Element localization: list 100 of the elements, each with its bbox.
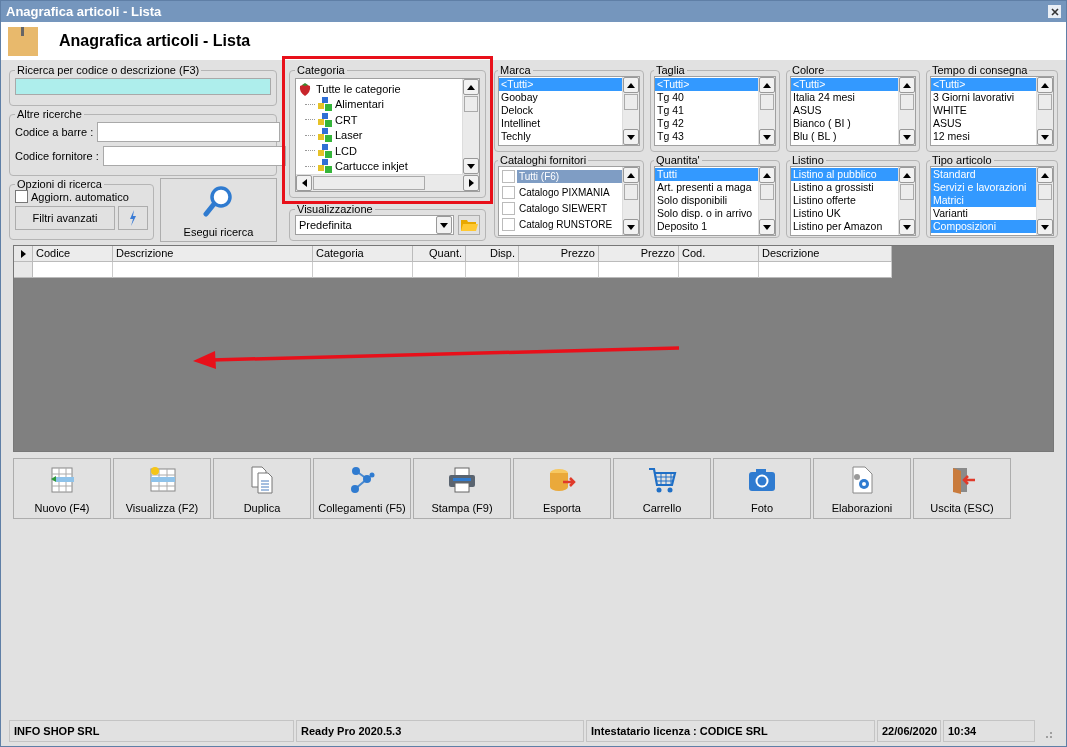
tree-item[interactable]: Cartucce inkjet <box>335 160 408 173</box>
cubes-icon <box>317 97 333 112</box>
list-item[interactable]: ASUS <box>931 117 1036 130</box>
toolbar-button[interactable]: Collegamenti (F5) <box>313 458 411 519</box>
horizontal-scrollbar[interactable] <box>296 174 479 191</box>
search-button[interactable]: Esegui ricerca <box>159 178 277 242</box>
list-item[interactable]: Tg 42 <box>655 117 758 130</box>
vertical-scrollbar[interactable] <box>898 77 915 145</box>
folder-icon <box>460 218 478 232</box>
tree-item[interactable]: CRT <box>335 113 358 126</box>
lightning-button[interactable] <box>117 206 148 230</box>
list-item[interactable]: Catalogo PIXMANIA <box>517 185 622 199</box>
tree-item[interactable]: Alimentari <box>335 98 384 111</box>
toolbar-button[interactable]: Carrello <box>613 458 711 519</box>
column-header[interactable]: Quant. <box>413 246 466 262</box>
list-item[interactable]: Goobay <box>499 91 622 104</box>
list-item[interactable]: Listino UK <box>791 207 898 220</box>
table-cell[interactable] <box>466 262 519 278</box>
list-item[interactable]: Tg 41 <box>655 104 758 117</box>
list-item[interactable]: Italia 24 mesi <box>791 91 898 104</box>
list-item[interactable]: Solo disp. o in arrivo <box>655 207 758 220</box>
list-item[interactable]: Bianco ( BI ) <box>791 117 898 130</box>
list-item[interactable]: Solo disponibili <box>655 194 758 207</box>
panel-title: Categoria <box>296 64 346 76</box>
list-item[interactable]: WHITE <box>931 104 1036 117</box>
toolbar-button[interactable]: Uscita (ESC) <box>913 458 1011 519</box>
table-cell[interactable] <box>759 262 892 278</box>
list-item[interactable]: Deposito 1 <box>655 220 758 233</box>
tree-item[interactable]: Tutte le categorie <box>316 82 401 95</box>
toolbar-button[interactable]: Visualizza (F2) <box>113 458 211 519</box>
list-item[interactable]: 3 Giorni lavorativi <box>931 91 1036 104</box>
box-icon <box>7 25 39 57</box>
view-dropdown[interactable]: Predefinita <box>295 215 454 235</box>
vertical-scrollbar[interactable] <box>758 77 775 145</box>
status-panel: 10:34 <box>943 720 1035 742</box>
column-header[interactable]: Prezzo <box>599 246 679 262</box>
table-cell[interactable] <box>33 262 113 278</box>
list-item[interactable]: 12 mesi <box>931 130 1036 143</box>
list-item[interactable]: Delock <box>499 104 622 117</box>
checkbox[interactable] <box>502 185 515 199</box>
column-header[interactable]: Descrizione <box>113 246 313 262</box>
list-item[interactable]: Techly <box>499 130 622 143</box>
panel-title: Altre ricerche <box>16 108 83 120</box>
list-item[interactable]: Tg 40 <box>655 91 758 104</box>
vertical-scrollbar[interactable] <box>1036 167 1053 235</box>
list-item[interactable]: Listino offerte <box>791 194 898 207</box>
input-field[interactable] <box>97 122 281 142</box>
status-panel: INFO SHOP SRL <box>9 720 294 742</box>
column-header[interactable]: Categoria <box>313 246 413 262</box>
list-item[interactable]: Listino a grossisti <box>791 181 898 194</box>
panel-title: Quantita' <box>655 154 701 166</box>
toolbar-button[interactable]: Stampa (F9) <box>413 458 511 519</box>
page-title: Anagrafica articoli - Lista <box>59 32 251 50</box>
list-item[interactable]: Catalogo SIEWERT <box>517 201 622 215</box>
field-label: Codice fornitore : <box>15 150 99 162</box>
table-cell[interactable] <box>413 262 466 278</box>
list-item[interactable]: Listino per Amazon <box>791 220 898 233</box>
checkbox[interactable] <box>502 217 515 231</box>
close-icon[interactable] <box>1048 5 1061 18</box>
panel-title: Taglia <box>655 64 686 76</box>
cubes-icon <box>317 159 333 174</box>
tree-item[interactable]: LCD <box>335 144 357 157</box>
checkbox[interactable] <box>502 169 515 183</box>
cubes-icon <box>317 112 333 127</box>
table-cell[interactable] <box>519 262 599 278</box>
checkbox[interactable] <box>502 201 515 215</box>
vertical-scrollbar[interactable] <box>898 167 915 235</box>
list-item[interactable]: Tg 43 <box>655 130 758 143</box>
column-header[interactable]: Prezzo <box>519 246 599 262</box>
table-cell[interactable] <box>599 262 679 278</box>
search-field[interactable] <box>15 78 271 95</box>
vertical-scrollbar[interactable] <box>462 79 479 174</box>
column-header[interactable]: Cod. <box>679 246 759 262</box>
toolbar-button[interactable]: Foto <box>713 458 811 519</box>
input-field[interactable] <box>102 146 286 166</box>
vertical-scrollbar[interactable] <box>1036 77 1053 145</box>
toolbar-button[interactable]: Nuovo (F4) <box>13 458 111 519</box>
column-header[interactable]: Descrizione <box>759 246 892 262</box>
vertical-scrollbar[interactable] <box>622 167 639 235</box>
toolbar-button[interactable]: Esporta <box>513 458 611 519</box>
list-item[interactable]: Art. presenti a maga <box>655 181 758 194</box>
toolbar-button[interactable]: Elaborazioni <box>813 458 911 519</box>
panel-title: Listino <box>791 154 825 166</box>
toolbar-button[interactable]: Duplica <box>213 458 311 519</box>
list-item[interactable]: Catalog RUNSTORE <box>517 217 622 231</box>
list-item[interactable]: Varianti <box>931 207 1036 220</box>
folder-button[interactable] <box>458 215 480 235</box>
advanced-filters-button[interactable]: Filtri avanzati <box>15 206 115 230</box>
tree-item[interactable]: Laser <box>335 129 363 142</box>
column-header[interactable]: Codice <box>33 246 113 262</box>
vertical-scrollbar[interactable] <box>622 77 639 145</box>
list-item[interactable]: Intellinet <box>499 117 622 130</box>
table-cell[interactable] <box>313 262 413 278</box>
checkbox[interactable] <box>15 190 28 203</box>
table-cell[interactable] <box>679 262 759 278</box>
table-cell[interactable] <box>113 262 313 278</box>
vertical-scrollbar[interactable] <box>758 167 775 235</box>
list-item[interactable]: ASUS <box>791 104 898 117</box>
list-item[interactable]: Blu ( BL ) <box>791 130 898 143</box>
column-header[interactable]: Disp. <box>466 246 519 262</box>
